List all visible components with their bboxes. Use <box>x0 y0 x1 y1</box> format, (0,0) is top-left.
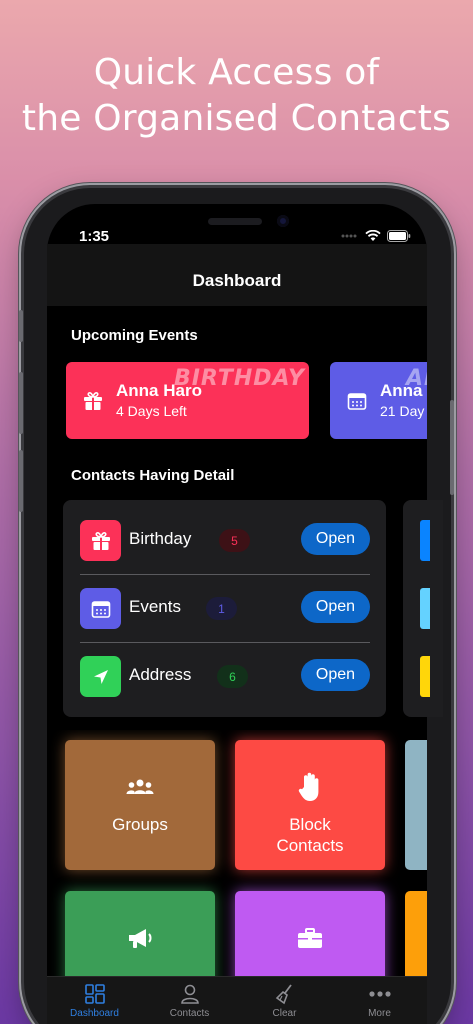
volume-up-button <box>19 372 23 434</box>
gift-icon <box>80 520 121 561</box>
peek-icon-tile <box>420 656 430 697</box>
detail-row-label: Address <box>129 665 192 684</box>
feature-tiles-grid: Groups Block Contacts <box>47 730 427 976</box>
hand-stop-icon <box>297 770 323 804</box>
detail-row-label: Birthday <box>129 529 192 548</box>
detail-row-birthday: Birthday 5 Open <box>80 518 370 562</box>
signal-icon <box>341 234 357 238</box>
event-days-left: 21 Day <box>380 403 425 419</box>
open-birthday-button[interactable]: Open <box>301 523 370 555</box>
gift-icon <box>84 392 102 410</box>
location-arrow-icon <box>80 656 121 697</box>
tab-bar: Dashboard Contacts Clear More <box>47 976 427 1024</box>
megaphone-icon <box>126 921 154 955</box>
mute-switch <box>19 310 23 342</box>
briefcase-icon <box>296 921 324 955</box>
promo-line-2: the Organised Contacts <box>21 98 452 139</box>
tab-label: Contacts <box>169 1008 210 1019</box>
tab-label: Dashboard <box>70 1008 119 1019</box>
upcoming-events-carousel[interactable]: BIRTHDAY Anna Haro 4 Days Left AN Anna 2… <box>47 355 427 447</box>
tab-label: More <box>368 1008 391 1019</box>
event-contact-name: Anna Haro <box>116 381 202 400</box>
detail-row-events: Events 1 Open <box>80 586 370 630</box>
feature-tile[interactable] <box>405 891 427 976</box>
person-icon <box>180 984 199 1004</box>
peek-icon-tile <box>420 588 430 629</box>
groups-tile[interactable]: Groups <box>65 740 215 870</box>
feature-tile[interactable] <box>405 740 427 870</box>
status-time: 1:35 <box>79 228 110 245</box>
tab-clear[interactable]: Clear <box>237 977 332 1024</box>
wifi-icon <box>365 230 381 241</box>
contacts-detail-heading: Contacts Having Detail <box>71 467 235 484</box>
detail-row-label: Events <box>129 597 181 616</box>
volume-down-button <box>19 450 23 512</box>
event-card[interactable]: AN Anna 21 Day <box>330 362 427 439</box>
speaker-grille <box>208 218 262 225</box>
event-contact-name: Anna <box>380 381 423 400</box>
event-days-left: 4 Days Left <box>116 403 187 419</box>
upcoming-events-heading: Upcoming Events <box>71 327 198 344</box>
detail-row-address: Address 6 Open <box>80 654 370 698</box>
row-divider <box>80 574 370 575</box>
contacts-detail-card: Birthday 5 Open Events 1 Open Address 6 … <box>63 500 386 717</box>
peek-icon-tile <box>420 520 430 561</box>
count-badge: 1 <box>206 597 237 620</box>
promo-headline: Quick Access of the Organised Contacts <box>0 50 473 142</box>
status-icons <box>341 230 411 242</box>
power-button <box>450 400 454 495</box>
broom-icon <box>275 984 292 1005</box>
promo-line-1: Quick Access of <box>93 52 380 93</box>
battery-icon <box>387 230 411 242</box>
tab-label: Clear <box>272 1008 297 1019</box>
calendar-icon <box>347 393 367 410</box>
tab-more[interactable]: More <box>332 977 427 1024</box>
open-events-button[interactable]: Open <box>301 591 370 623</box>
count-badge: 6 <box>217 665 248 688</box>
block-contacts-tile[interactable]: Block Contacts <box>235 740 385 870</box>
tab-contacts[interactable]: Contacts <box>142 977 237 1024</box>
contacts-detail-card-next[interactable] <box>403 500 443 717</box>
row-divider <box>80 642 370 643</box>
business-tile[interactable] <box>235 891 385 976</box>
page-title: Dashboard <box>192 271 282 290</box>
people-icon <box>125 770 155 804</box>
tile-label: Groups <box>112 815 168 834</box>
tile-label: Block Contacts <box>276 815 344 855</box>
tab-dashboard[interactable]: Dashboard <box>47 977 142 1024</box>
dashboard-icon <box>84 984 105 1004</box>
calendar-icon <box>80 588 121 629</box>
count-badge: 5 <box>219 529 250 552</box>
broadcast-tile[interactable] <box>65 891 215 976</box>
open-address-button[interactable]: Open <box>301 659 370 691</box>
front-camera <box>277 215 289 227</box>
event-card[interactable]: BIRTHDAY Anna Haro 4 Days Left <box>66 362 309 439</box>
more-icon <box>368 991 391 997</box>
